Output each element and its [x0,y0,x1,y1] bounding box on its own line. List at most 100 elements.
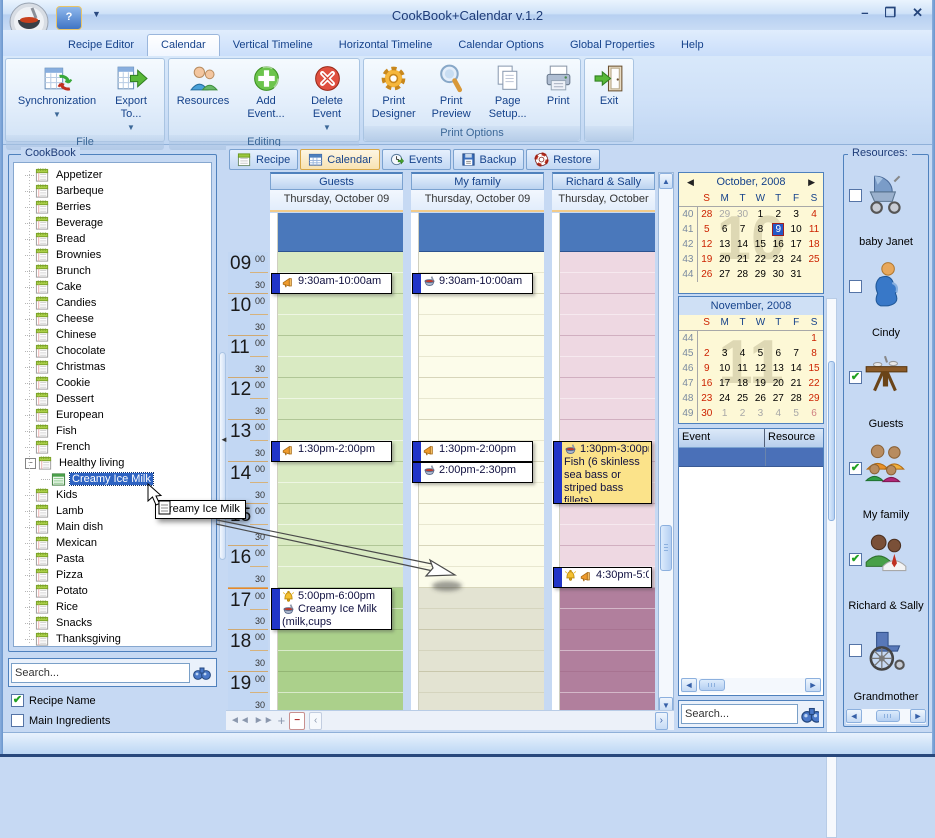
day-cell[interactable]: 11 [805,222,823,237]
time-slot[interactable] [552,294,655,315]
time-slot[interactable] [270,336,403,357]
day-cell[interactable]: 19 [752,376,770,391]
resources-scroll-thumb[interactable] [876,710,900,722]
resource-checkbox[interactable] [849,280,862,293]
tree-item-chocolate[interactable]: Chocolate [14,343,211,359]
day-cell[interactable]: 21 [734,252,752,267]
time-slot[interactable] [552,357,655,378]
day-cell[interactable]: 25 [805,252,823,267]
day-cell[interactable]: 30 [769,267,787,282]
day-cell[interactable]: 30 [734,207,752,223]
day-cell[interactable]: 8 [805,346,823,361]
recipe-search-input[interactable] [11,663,190,683]
time-slot[interactable] [552,588,655,609]
day-cell[interactable]: 2 [769,207,787,223]
resource-checkbox[interactable]: ✔ [849,371,862,384]
time-slot[interactable] [270,399,403,420]
day-cell[interactable]: 27 [769,391,787,406]
dropdown-arrow-icon[interactable]: ▼ [127,121,135,134]
day-cell[interactable]: 24 [787,252,805,267]
time-slot[interactable] [411,315,544,336]
time-slot[interactable] [270,420,403,441]
day-cell[interactable]: 10 [716,361,734,376]
day-cell[interactable]: 12 [697,237,715,252]
time-slot[interactable] [411,567,544,588]
time-slot[interactable] [411,252,544,273]
resource-item-grandmother[interactable]: Grandmother [844,618,928,709]
prev-month-icon[interactable]: ◀ [687,173,694,191]
table-scroll-left-icon[interactable]: ◄ [681,678,697,692]
day-cell[interactable]: 21 [787,376,805,391]
time-slot[interactable] [552,609,655,630]
day-cell[interactable]: 28 [734,267,752,282]
column-header-event[interactable]: Event [679,429,765,447]
day-cell[interactable]: 3 [716,346,734,361]
time-slot[interactable] [270,252,403,273]
day-cell[interactable]: 15 [805,361,823,376]
page-setup--button[interactable]: Page Setup... [479,61,536,122]
day-cell[interactable]: 13 [716,237,734,252]
time-slot[interactable] [270,693,403,710]
close-button[interactable]: ✕ [912,5,923,21]
all-day-area[interactable] [270,213,403,252]
day-cell[interactable]: 15 [751,237,769,252]
menu-tab-global-properties[interactable]: Global Properties [557,35,668,56]
day-grid-guests[interactable] [270,252,403,710]
tab-restore[interactable]: Restore [526,149,600,170]
time-slot[interactable] [411,504,544,525]
event-search-input[interactable] [681,704,798,724]
day-cell[interactable]: 29 [751,267,769,282]
time-slot[interactable] [270,567,403,588]
time-slot[interactable] [270,525,403,546]
time-slot[interactable] [411,630,544,651]
add-view-button[interactable]: + [278,713,286,729]
day-cell[interactable]: 23 [769,252,787,267]
day-cell[interactable]: 17 [787,237,805,252]
dropdown-arrow-icon[interactable]: ▼ [323,121,331,134]
print-preview-button[interactable]: Print Preview [423,61,478,122]
day-cell[interactable]: 14 [734,237,752,252]
dropdown-arrow-icon[interactable]: ▼ [53,108,61,121]
filter-main-ingredients[interactable]: Main Ingredients [11,714,110,727]
tree-item-candies[interactable]: Candies [14,295,211,311]
time-slot[interactable] [270,546,403,567]
print-button[interactable]: Print [536,61,580,109]
day-cell[interactable]: 1 [805,331,823,347]
day-cell[interactable]: 2 [697,346,715,361]
resource-checkbox[interactable] [849,644,862,657]
column-header-guests[interactable]: Guests [270,172,403,190]
scroll-thumb[interactable] [660,525,672,571]
tree-item-mexican[interactable]: Mexican [14,535,211,551]
calendar-vscrollbar[interactable]: ▲▼ [658,172,674,714]
delete-event-button[interactable]: Delete Event▼ [296,61,358,135]
time-slot[interactable] [411,588,544,609]
column-header-richard-sally[interactable]: Richard & Sally [552,172,655,190]
time-slot[interactable] [270,504,403,525]
calendar-event[interactable]: 1:30pm-2:00pm [412,441,533,462]
resource-item-my-family[interactable]: ✔My family [844,436,928,527]
day-cell[interactable]: 30 [697,406,715,421]
day-cell[interactable]: 20 [716,252,734,267]
tree-item-french[interactable]: French [14,439,211,455]
time-slot[interactable] [411,483,544,504]
time-slot[interactable] [552,651,655,672]
time-slot[interactable] [552,693,655,710]
tab-calendar[interactable]: Calendar [300,149,380,170]
day-cell[interactable]: 6 [716,222,734,237]
menu-tab-calendar-options[interactable]: Calendar Options [445,35,557,56]
day-cell[interactable]: 28 [787,391,805,406]
time-slot[interactable] [411,357,544,378]
time-slot[interactable] [411,546,544,567]
synchronization-button[interactable]: Synchronization▼ [11,61,103,122]
time-slot[interactable] [552,252,655,273]
binoculars-icon[interactable] [192,665,212,681]
day-cell[interactable]: 3 [787,207,805,223]
selected-day[interactable]: 9 [769,222,787,237]
resource-checkbox[interactable]: ✔ [849,462,862,475]
day-cell[interactable]: 4 [769,406,787,421]
panel-vscrollbar[interactable] [826,298,837,838]
calendar-event[interactable]: 9:30am-10:00am [271,273,392,294]
menu-tab-help[interactable]: Help [668,35,717,56]
tree-item-brunch[interactable]: Brunch [14,263,211,279]
calendar-event[interactable]: 9:30am-10:00am [412,273,533,294]
